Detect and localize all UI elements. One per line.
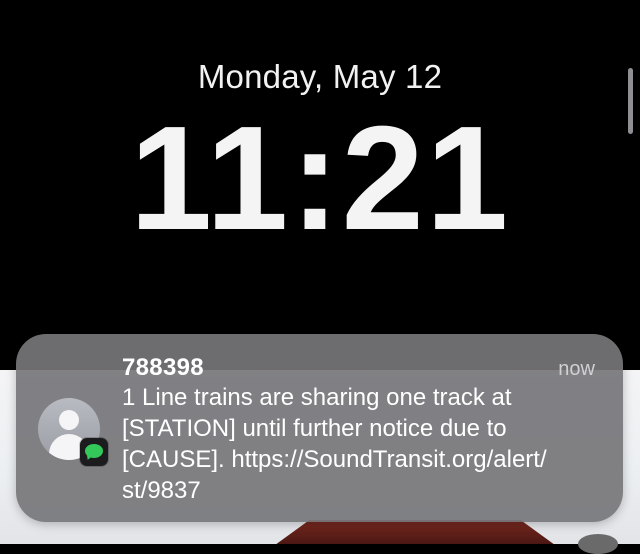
lock-screen-date: Monday, May 12 — [197, 58, 443, 95]
messages-icon — [80, 438, 108, 466]
avatar-head — [59, 410, 79, 430]
notification-message: 1 Line trains are sharing one track at [… — [122, 384, 547, 504]
notification-sender: 788398 — [122, 354, 204, 381]
wallpaper-dark-detail — [578, 534, 618, 554]
lock-screen-time: 11:21 — [129, 96, 511, 261]
notification-timestamp: now — [558, 358, 595, 380]
message-notification[interactable]: 788398 now 1 Line trains are sharing one… — [16, 334, 623, 522]
